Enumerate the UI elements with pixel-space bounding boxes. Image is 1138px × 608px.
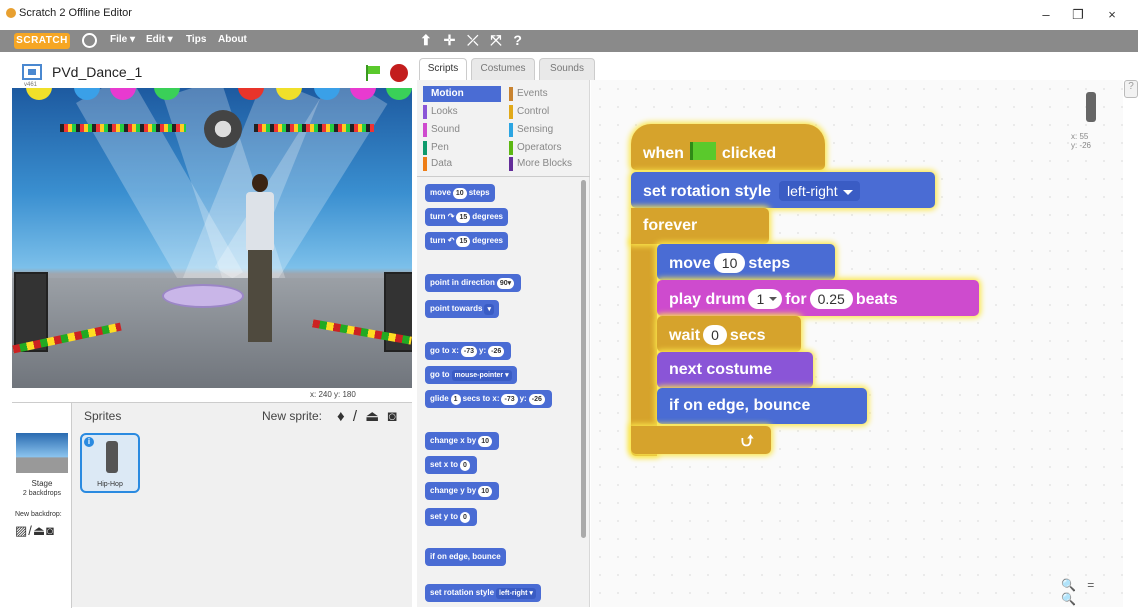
wait-input[interactable]: 0: [703, 325, 727, 345]
stage-header: v461 PVd_Dance_1: [12, 58, 412, 88]
palette-move-block[interactable]: move 10 steps: [425, 184, 495, 202]
palette-goto-block[interactable]: go to mouse-pointer ▾: [425, 366, 517, 384]
bounce-block[interactable]: if on edge, bounce: [657, 388, 867, 424]
category-pen[interactable]: Pen: [423, 140, 501, 156]
set-rotation-style-block[interactable]: set rotation style left-right: [631, 172, 935, 208]
sprites-label: Sprites: [84, 409, 122, 423]
forever-block-arm[interactable]: [631, 240, 657, 456]
window-title: Scratch 2 Offline Editor: [19, 7, 132, 19]
disco-ball: [204, 110, 242, 148]
scratch-logo[interactable]: SCRATCH: [14, 33, 70, 49]
tab-costumes[interactable]: Costumes: [471, 58, 535, 80]
spotlight: [26, 88, 52, 100]
category-motion[interactable]: Motion: [423, 86, 501, 102]
current-sprite-icon: [1086, 92, 1096, 122]
zoom-tools[interactable]: 🔍 = 🔍: [1061, 578, 1123, 606]
stage-label: Stage: [31, 479, 53, 488]
mouse-coordinates: x: 240 y: 180: [310, 390, 356, 399]
category-events[interactable]: Events: [509, 86, 587, 102]
menu-edit[interactable]: Edit ▾: [146, 34, 173, 45]
category-data[interactable]: Data: [423, 156, 501, 172]
category-looks[interactable]: Looks: [423, 104, 501, 120]
info-icon[interactable]: i: [84, 437, 94, 447]
hip-hop-sprite[interactable]: [252, 174, 268, 192]
palette-set-y-block[interactable]: set y to 0: [425, 508, 477, 526]
palette-change-y-block[interactable]: change y by 10: [425, 482, 500, 500]
scratch-cat-icon: [6, 8, 16, 18]
spotlight: [386, 88, 412, 100]
hip-hop-sprite-body[interactable]: [246, 192, 274, 252]
forever-block[interactable]: forever: [631, 208, 769, 244]
palette-rotation-style-block[interactable]: set rotation style left-right ▾: [425, 584, 541, 602]
palette-point-towards-block[interactable]: point towards ▾: [425, 300, 499, 318]
hip-hop-sprite-legs[interactable]: [248, 250, 272, 342]
sprite-position: x: 55 y: -26: [1071, 132, 1091, 150]
sprite-thumbnail: [106, 441, 118, 473]
palette-point-direction-block[interactable]: point in direction 90▾: [425, 274, 522, 292]
green-flag-icon: [689, 142, 716, 160]
pennant-banner: [254, 124, 374, 132]
palette-set-x-block[interactable]: set x to 0: [425, 456, 477, 474]
block-palette: Motion Looks Sound Pen Data Events Contr…: [417, 80, 590, 607]
move-steps-block[interactable]: move 10 steps: [657, 244, 835, 280]
new-backdrop-tools[interactable]: ▨/⏏◙: [15, 523, 55, 539]
palette-change-x-block[interactable]: change x by 10: [425, 432, 500, 450]
category-sound[interactable]: Sound: [423, 122, 501, 138]
mouse-x: x: 240: [310, 390, 332, 399]
drum-dropdown[interactable]: 1: [748, 289, 783, 309]
next-costume-block[interactable]: next costume: [657, 352, 813, 388]
palette-divider: [417, 176, 590, 177]
palette-turn-left-block[interactable]: turn ↶ 15 degrees: [425, 232, 508, 250]
palette-turn-right-block[interactable]: turn ↷ 15 degrees: [425, 208, 508, 226]
tab-scripts[interactable]: Scripts: [419, 58, 467, 80]
sprite-x: x: 55: [1071, 132, 1089, 141]
menu-file[interactable]: File ▾: [110, 34, 135, 45]
cursor-tools[interactable]: ⬆ ✛ ⤫ ⤧ ?: [420, 32, 526, 49]
new-sprite-tools[interactable]: ♦ / ⏏ ◙: [337, 407, 399, 425]
wait-secs-block[interactable]: wait 0 secs: [657, 316, 801, 352]
sprite-y: y: -26: [1071, 141, 1092, 150]
help-icon[interactable]: ?: [1124, 80, 1138, 98]
fullscreen-icon[interactable]: [22, 64, 42, 80]
backdrop-count: 2 backdrops: [22, 490, 62, 497]
project-title-field[interactable]: PVd_Dance_1: [52, 64, 302, 82]
palette-goto-xy-block[interactable]: go to x: -73 y: -26: [425, 342, 512, 360]
palette-bounce-block[interactable]: if on edge, bounce: [425, 548, 506, 566]
tab-sounds[interactable]: Sounds: [539, 58, 595, 80]
stage-column: Stage 2 backdrops New backdrop: ▨/⏏◙: [12, 403, 72, 608]
globe-icon[interactable]: [82, 33, 97, 48]
pennant-banner: [60, 124, 186, 132]
new-sprite-label: New sprite:: [262, 409, 323, 423]
stage-canvas[interactable]: [12, 88, 412, 388]
green-flag-icon[interactable]: [364, 65, 382, 81]
category-operators[interactable]: Operators: [509, 140, 587, 156]
play-drum-block[interactable]: play drum 1 for 0.25 beats: [657, 280, 979, 316]
sprite-pane: Stage 2 backdrops New backdrop: ▨/⏏◙ Spr…: [12, 402, 412, 608]
category-more-blocks[interactable]: More Blocks: [509, 156, 587, 172]
sprite-tile-hip-hop[interactable]: i Hip-Hop: [80, 433, 140, 493]
menu-about[interactable]: About: [218, 34, 247, 45]
title-bar: Scratch 2 Offline Editor – ❐ ×: [0, 0, 1138, 30]
close-button[interactable]: ×: [1092, 4, 1132, 26]
loop-arrow-icon: ⮍: [741, 433, 754, 450]
palette-scrollbar[interactable]: [581, 180, 586, 538]
menu-tips[interactable]: Tips: [186, 34, 206, 45]
when-flag-clicked-block[interactable]: when clicked: [631, 124, 825, 170]
script-area[interactable]: x: 55 y: -26 when clicked set rotation st…: [591, 80, 1123, 607]
mouse-y: y: 180: [334, 390, 356, 399]
category-sensing[interactable]: Sensing: [509, 122, 587, 138]
stage-thumbnail[interactable]: [16, 433, 68, 473]
forever-block-bottom[interactable]: ⮍: [631, 426, 771, 454]
sprite-name: Hip-Hop: [97, 481, 123, 488]
new-backdrop-label: New backdrop:: [15, 511, 62, 518]
steps-input[interactable]: 10: [713, 253, 746, 273]
palette-glide-block[interactable]: glide 1 secs to x: -73 y: -26: [425, 390, 552, 408]
rotation-style-dropdown[interactable]: left-right: [779, 181, 860, 201]
stop-icon[interactable]: [390, 64, 408, 82]
category-control[interactable]: Control: [509, 104, 587, 120]
beats-input[interactable]: 0.25: [809, 289, 853, 309]
menu-bar: SCRATCH File ▾ Edit ▾ Tips About ⬆ ✛ ⤫ ⤧…: [0, 30, 1138, 52]
dance-platform: [162, 284, 244, 308]
